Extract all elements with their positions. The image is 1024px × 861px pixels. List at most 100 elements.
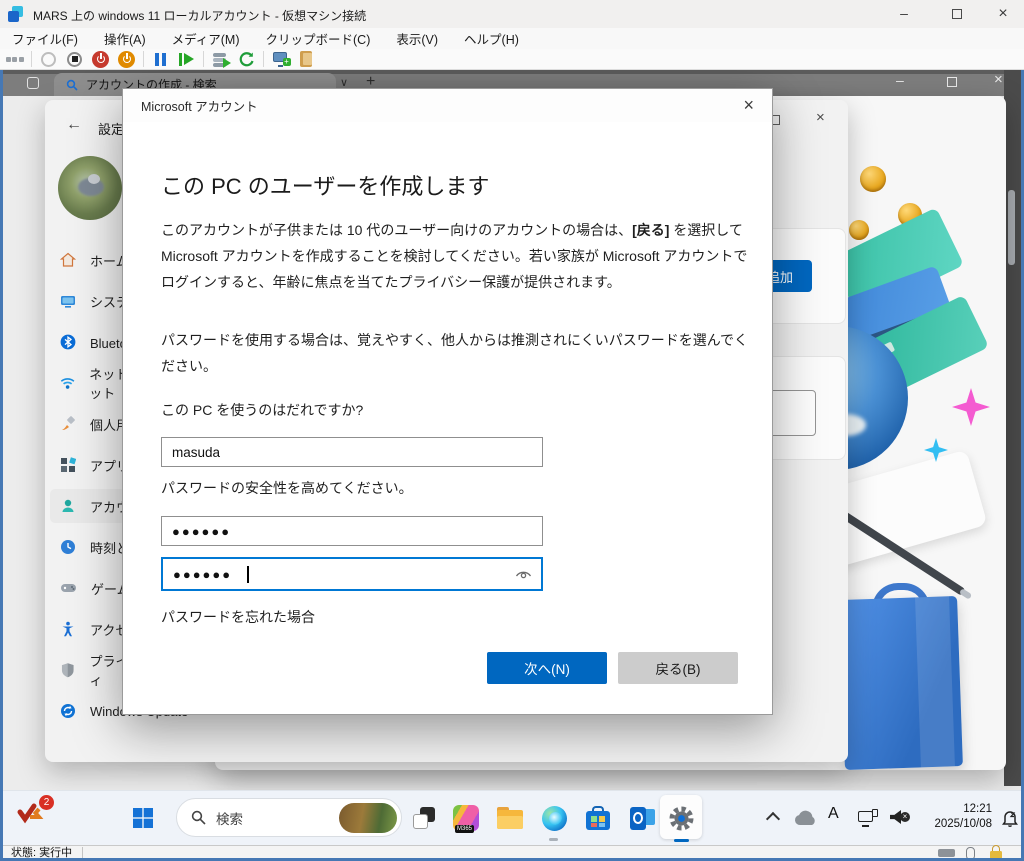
pause-icon[interactable]: [151, 50, 170, 69]
gear-icon: [668, 805, 695, 832]
file-explorer-button[interactable]: [492, 800, 528, 836]
bluetooth-icon: [60, 334, 76, 350]
dialog-close-icon[interactable]: ×: [743, 95, 754, 116]
accessibility-icon: [60, 621, 76, 637]
start-button[interactable]: [125, 800, 161, 836]
wifi-icon: [60, 375, 75, 391]
dialog-title: Microsoft アカウント: [141, 96, 258, 115]
lock-status-icon: [990, 845, 1002, 859]
text-caret: [247, 566, 249, 583]
search-box[interactable]: 検索: [176, 798, 402, 837]
gamepad-icon: [60, 580, 77, 596]
edge-minimize-icon[interactable]: –: [896, 72, 904, 88]
brush-icon: [60, 416, 76, 432]
vm-toolbar: +: [0, 49, 1024, 70]
turn-off-icon[interactable]: [65, 50, 84, 69]
save-icon[interactable]: [117, 50, 136, 69]
vm-title-bar: MARS 上の windows 11 ローカルアカウント - 仮想マシン接続 –…: [0, 0, 1024, 28]
dialog-heading: この PC のユーザーを作成します: [161, 169, 489, 201]
maximize-button[interactable]: [952, 9, 962, 19]
m365-copilot-button[interactable]: M365: [448, 800, 484, 836]
task-view-button[interactable]: [406, 800, 442, 836]
password-reveal-icon[interactable]: [515, 567, 532, 581]
menu-media[interactable]: メディア(M): [172, 29, 240, 48]
store-button[interactable]: [580, 800, 616, 836]
confirm-password-input[interactable]: [161, 557, 543, 591]
home-icon: [60, 252, 76, 268]
back-arrow-icon[interactable]: ←: [66, 116, 82, 134]
dialog-paragraph-2: パスワードを使用する場合は、覚えやすく、他人からは推測されにくいパスワードを選ん…: [161, 327, 753, 379]
pink-sparkle-icon: [952, 388, 990, 426]
shield-icon: [60, 662, 75, 678]
scrollbar-thumb[interactable]: [1008, 190, 1015, 265]
toolbar-separator: [143, 51, 144, 67]
clock-icon: [60, 539, 76, 555]
toolbar-separator: [203, 51, 204, 67]
edge-close-icon[interactable]: ×: [994, 71, 1003, 88]
ime-mode-indicator[interactable]: A: [828, 805, 839, 823]
gold-coin-icon: [849, 220, 869, 240]
apps-icon: [60, 457, 76, 473]
menu-help[interactable]: ヘルプ(H): [464, 29, 519, 48]
minimize-button[interactable]: –: [893, 5, 915, 21]
settings-close-button[interactable]: ×: [816, 109, 825, 126]
menu-file[interactable]: ファイル(F): [12, 29, 78, 48]
reset-icon[interactable]: [177, 50, 196, 69]
settings-active-indicator: [674, 839, 689, 842]
next-button[interactable]: 次へ(N): [487, 652, 607, 684]
menu-action[interactable]: 操作(A): [104, 29, 146, 48]
create-user-dialog: Microsoft アカウント × この PC のユーザーを作成します このアカ…: [122, 88, 773, 715]
search-icon: [66, 79, 78, 91]
checkpoint-icon[interactable]: [211, 50, 230, 69]
edge-maximize-icon[interactable]: [947, 77, 957, 87]
start-icon[interactable]: [39, 50, 58, 69]
settings-button[interactable]: [663, 800, 699, 836]
menu-clipboard[interactable]: クリップボード(C): [266, 29, 371, 48]
dialog-paragraph-1: このアカウントが子供または 10 代のユーザー向けのアカウントの場合は、[戻る]…: [161, 217, 753, 295]
settings-title: 設定: [98, 119, 124, 138]
hyper-v-icon-front: [8, 11, 19, 22]
tab-actions-icon[interactable]: [27, 77, 39, 89]
share-icon[interactable]: [297, 50, 316, 69]
back-button[interactable]: 戻る(B): [618, 652, 738, 684]
ctrl-alt-del-icon[interactable]: [5, 50, 24, 69]
vm-menu-bar: ファイル(F) 操作(A) メディア(M) クリップボード(C) 表示(V) ヘ…: [0, 28, 1024, 49]
update-notification-icon[interactable]: 2: [16, 797, 54, 835]
forgot-password-link[interactable]: パスワードを忘れた場合: [161, 607, 315, 627]
enhanced-session-icon[interactable]: +: [271, 50, 290, 69]
revert-icon[interactable]: [237, 50, 256, 69]
password-input[interactable]: [161, 516, 543, 546]
onedrive-icon[interactable]: [788, 800, 824, 836]
search-icon: [191, 810, 206, 825]
edge-button[interactable]: [536, 800, 572, 836]
outlook-button[interactable]: [624, 800, 660, 836]
search-highlight-image[interactable]: [339, 803, 397, 833]
toolbar-separator: [263, 51, 264, 67]
notification-bell-icon[interactable]: [992, 800, 1024, 836]
user-avatar[interactable]: [58, 156, 122, 220]
system-icon: [60, 293, 76, 309]
dialog-title-bar: Microsoft アカウント: [123, 89, 772, 122]
username-input[interactable]: [161, 437, 543, 467]
status-separator: [82, 847, 83, 858]
toolbar-separator: [31, 51, 32, 67]
menu-view[interactable]: 表示(V): [396, 29, 438, 48]
gold-coin-icon: [860, 166, 886, 192]
username-label: この PC を使うのはだれですか?: [161, 400, 363, 420]
accounts-icon: [60, 498, 76, 514]
edge-window-edge: [1004, 70, 1021, 786]
clock[interactable]: 12:21 2025/10/08: [908, 797, 992, 837]
vm-frame-left: [0, 70, 3, 861]
update-icon: [60, 703, 76, 719]
m365-label: M365: [455, 825, 474, 833]
network-icon[interactable]: [850, 800, 886, 836]
windows-logo-icon: [132, 807, 154, 829]
notification-badge: 2: [39, 795, 54, 810]
hyper-v-icon: [8, 6, 24, 22]
password-section-label: パスワードの安全性を高めてください。: [161, 478, 413, 498]
search-placeholder: 検索: [216, 808, 243, 828]
close-button[interactable]: ×: [992, 5, 1014, 23]
edge-running-indicator: [549, 838, 558, 841]
gift-bag-icon: [839, 596, 963, 770]
shut-down-icon[interactable]: [91, 50, 110, 69]
